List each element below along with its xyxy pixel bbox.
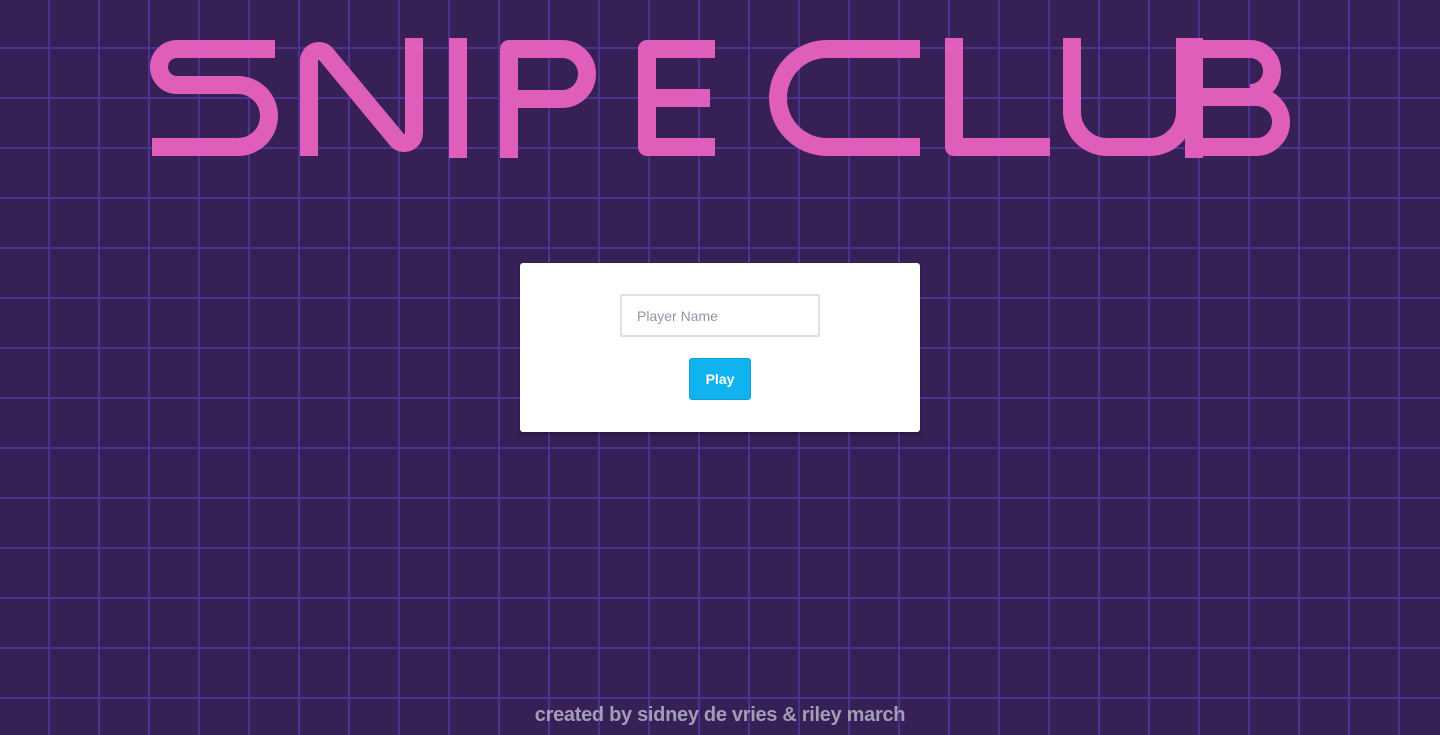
login-card: Play	[520, 263, 920, 432]
snipe-club-logo	[150, 38, 1290, 158]
play-button[interactable]: Play	[689, 358, 751, 400]
player-name-input[interactable]	[620, 294, 820, 337]
credits-text: created by sidney de vries & riley march	[534, 704, 906, 726]
